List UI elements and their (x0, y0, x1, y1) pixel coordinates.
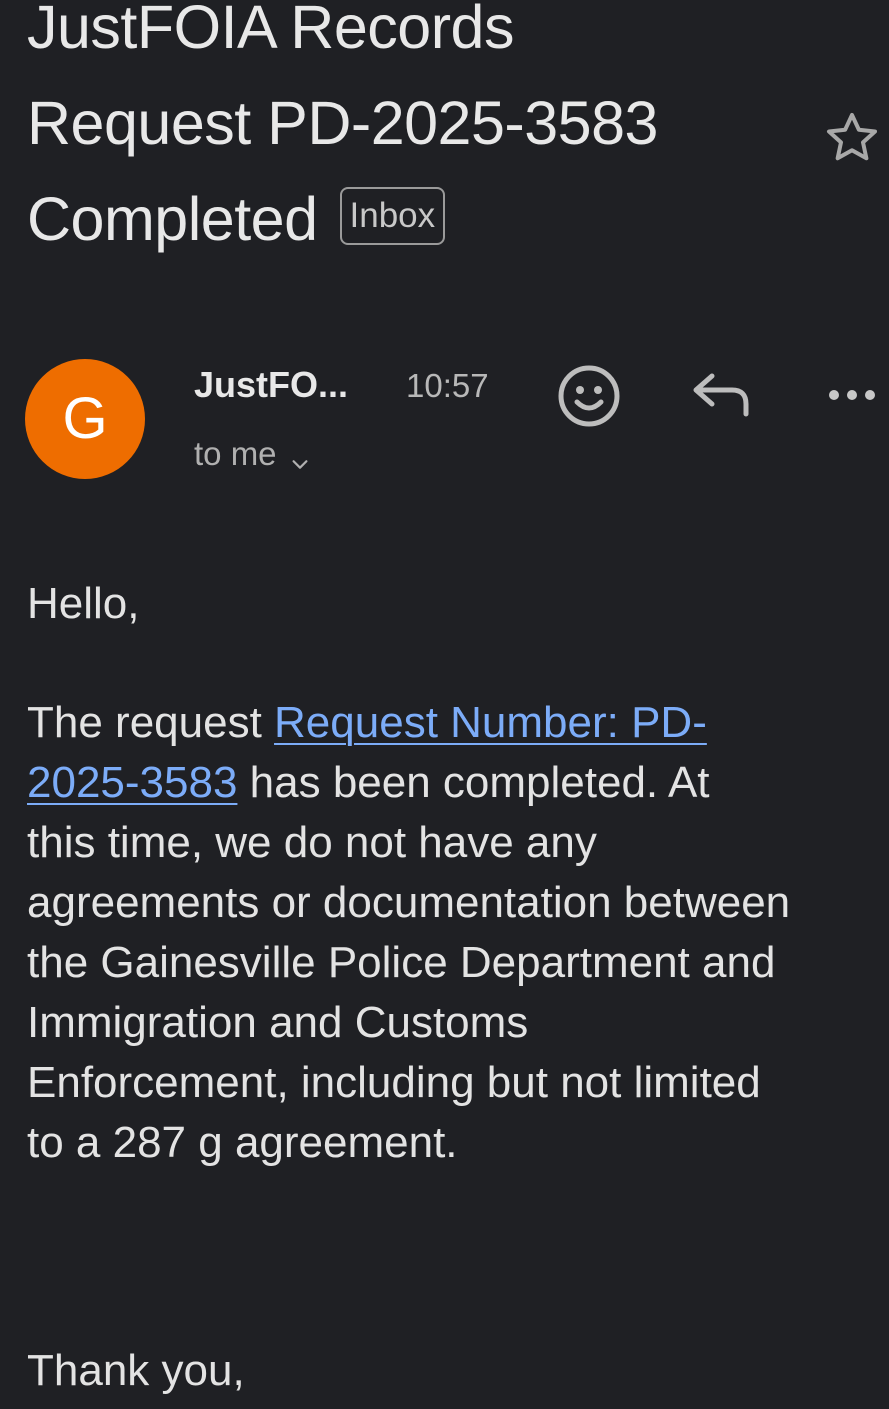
reply-icon[interactable] (690, 368, 754, 424)
recipient-text: to me (194, 435, 277, 472)
subject-line-3: Completed Inbox (27, 171, 787, 267)
subject-line-2: Request PD-2025-3583 (27, 89, 658, 157)
smiley-icon[interactable] (556, 363, 622, 429)
body-closing: Thank you, (27, 1346, 245, 1395)
chevron-down-icon (289, 442, 311, 470)
body-line-1: The request Request Number: PD- (27, 693, 889, 753)
body-line-2-text: has been completed. At (237, 758, 710, 807)
body-line-8: to a 287 g agreement. (27, 1118, 458, 1167)
star-icon[interactable] (822, 108, 882, 168)
body-line-6: Immigration and Customs (27, 998, 529, 1047)
request-number-link-continued[interactable]: 2025-3583 (27, 758, 237, 807)
email-subject: JustFOIA Records Request PD-2025-3583 Co… (27, 0, 787, 267)
body-line-1-text: The request (27, 698, 275, 747)
body-line-3: this time, we do not have any (27, 818, 597, 867)
request-number-link[interactable]: Request Number: PD- (274, 698, 707, 747)
inbox-label-chip[interactable]: Inbox (339, 186, 446, 245)
body-line-2: 2025-3583 has been completed. At (27, 753, 889, 813)
subject-line-1: JustFOIA Records (27, 0, 514, 61)
subject-line-3-text: Completed (27, 185, 318, 253)
more-options-icon[interactable] (826, 378, 882, 412)
received-time: 10:57 (406, 367, 489, 404)
body-greeting: Hello, (27, 579, 140, 628)
body-line-4: agreements or documentation between (27, 878, 791, 927)
sender-avatar[interactable]: G (25, 359, 145, 479)
body-line-5: the Gainesville Police Department and (27, 938, 776, 987)
sender-name[interactable]: JustFO... (194, 362, 348, 408)
body-line-7: Enforcement, including but not limited (27, 1058, 761, 1107)
recipient-toggle[interactable]: to me (194, 432, 311, 476)
